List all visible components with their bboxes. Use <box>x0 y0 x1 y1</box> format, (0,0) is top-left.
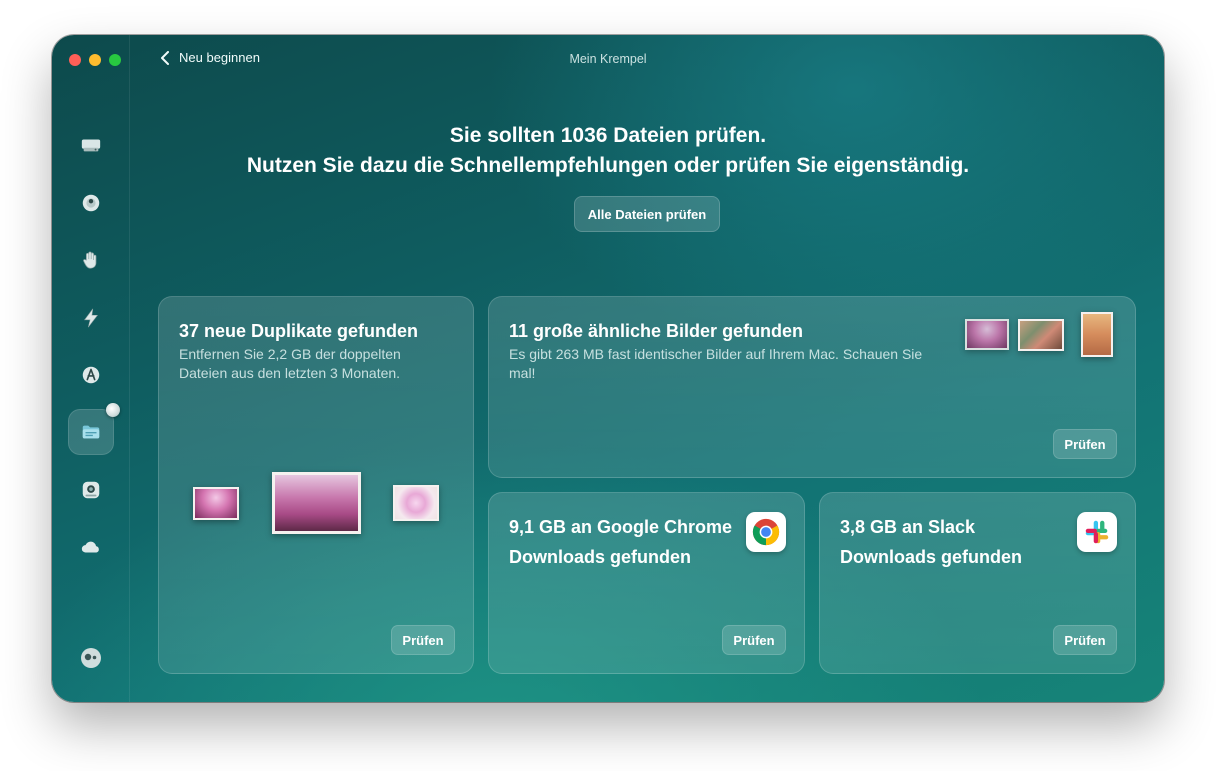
slack-icon <box>1085 520 1109 544</box>
assistant-icon <box>81 648 101 668</box>
chrome-card-title: 9,1 GB an Google Chrome Downloads gefund… <box>509 517 733 567</box>
similar-images-card-description: Es gibt 263 MB fast identischer Bilder a… <box>509 346 923 381</box>
apps-icon <box>82 366 100 384</box>
duplicates-review-button[interactable]: Prüfen <box>391 625 455 655</box>
shield-icon <box>82 194 100 212</box>
sidebar-item-protection[interactable] <box>68 180 114 226</box>
hand-icon <box>83 251 97 269</box>
slack-downloads-card[interactable]: 3,8 GB an Slack Downloads gefunden Prüfe… <box>819 492 1136 674</box>
slack-review-button[interactable]: Prüfen <box>1053 625 1117 655</box>
scanner-icon <box>82 481 100 499</box>
bolt-icon <box>84 308 98 328</box>
slack-app-icon <box>1077 512 1117 552</box>
similar-image-thumbnail <box>965 319 1009 350</box>
assistant-button[interactable] <box>79 646 103 670</box>
similar-image-thumbnail <box>1081 312 1113 357</box>
window-title: Mein Krempel <box>569 52 647 66</box>
duplicates-card-description: Entfernen Sie 2,2 GB der doppelten Datei… <box>179 346 401 381</box>
page-headline: Sie sollten 1036 Dateien prüfen. Nutzen … <box>52 121 1164 181</box>
chrome-app-icon <box>746 512 786 552</box>
sidebar-item-privacy[interactable] <box>68 237 114 283</box>
sidebar-item-cloud[interactable] <box>68 524 114 570</box>
app-window: Neu beginnen Mein Krempel Sie sollten 10… <box>52 35 1164 702</box>
folder-icon <box>82 425 100 439</box>
slack-card-title: 3,8 GB an Slack Downloads gefunden <box>840 517 1022 567</box>
sidebar-item-space-lens[interactable] <box>68 467 114 513</box>
headline-line-2: Nutzen Sie dazu die Schnellempfehlungen … <box>246 154 970 177</box>
review-all-files-button[interactable]: Alle Dateien prüfen <box>574 196 720 232</box>
similar-images-review-button[interactable]: Prüfen <box>1053 429 1117 459</box>
chrome-icon <box>752 518 780 546</box>
sidebar-item-performance[interactable] <box>68 295 114 341</box>
headline-line-1: Sie sollten 1036 Dateien prüfen. <box>449 124 767 147</box>
status-indicator <box>106 403 120 417</box>
similar-images-card[interactable]: 11 große ähnliche Bilder gefunden Es gib… <box>488 296 1136 478</box>
duplicate-thumbnail-main <box>272 472 361 534</box>
duplicate-thumbnail <box>193 487 239 520</box>
similar-image-thumbnail <box>1018 319 1064 351</box>
similar-images-card-title: 11 große ähnliche Bilder gefunden <box>509 321 804 341</box>
sidebar-item-applications[interactable] <box>68 352 114 398</box>
chrome-downloads-card[interactable]: 9,1 GB an Google Chrome Downloads gefund… <box>488 492 805 674</box>
cloud-icon <box>81 541 99 553</box>
duplicates-card[interactable]: 37 neue Duplikate gefunden Entfernen Sie… <box>158 296 474 674</box>
duplicate-thumbnail <box>393 485 439 521</box>
chrome-review-button[interactable]: Prüfen <box>722 625 786 655</box>
duplicates-card-title: 37 neue Duplikate gefunden <box>179 321 419 341</box>
sidebar-item-my-clutter[interactable] <box>68 403 120 455</box>
